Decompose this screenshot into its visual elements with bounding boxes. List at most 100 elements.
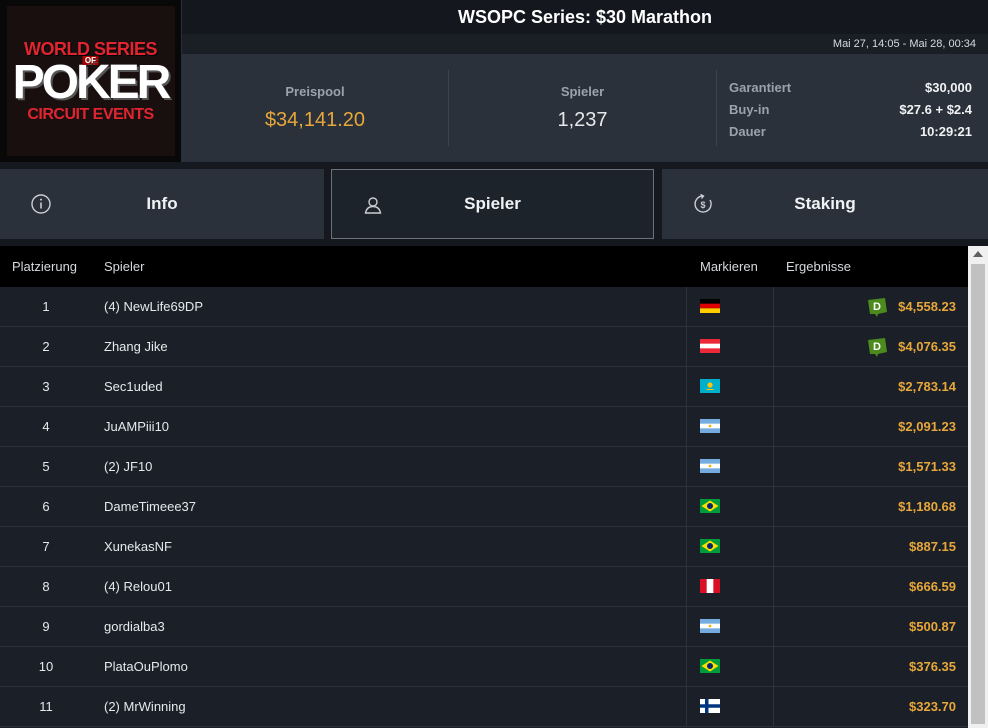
row-rank: 7 [42,539,50,554]
flag-brazil-icon [700,659,720,673]
prizepool-value: $34,141.20 [264,109,366,131]
row-player-name[interactable]: (2) MrWinning [104,687,186,727]
row-result: $1,571.33 [898,459,956,474]
scroll-up-arrow[interactable] [968,246,988,262]
row-result: $887.15 [909,539,956,554]
table-row[interactable]: 8 (4) Relou01 $666.59 [0,567,968,607]
row-flag-cell [686,447,774,487]
row-result: $500.87 [909,619,956,634]
guaranteed-value: $30,000 [925,80,972,95]
row-player-name[interactable]: Zhang Jike [104,327,168,367]
date-range: Mai 27, 14:05 - Mai 28, 00:34 [182,34,988,54]
tournament-details: Garantiert $30,000 Buy-in $27.6 + $2.4 Dau… [716,70,988,146]
row-result: $2,091.23 [898,419,956,434]
row-flag-cell [686,327,774,367]
info-icon [31,194,51,214]
row-flag-cell [686,647,774,687]
row-rank: 1 [42,299,50,314]
row-player-name[interactable]: gordialba3 [104,607,165,647]
row-rank: 4 [42,419,50,434]
header-result[interactable]: Ergebnisse [786,259,851,274]
players-table: Platzierung Spieler Markieren Ergebnisse… [0,246,968,728]
row-result: $4,558.23 [898,299,956,314]
row-player-name[interactable]: DameTimeee37 [104,487,196,527]
row-result: $4,076.35 [898,339,956,354]
table-body: 1 (4) NewLife69DP D $4,558.23 2 Zhang Jike D $4… [0,287,968,727]
flag-argentina-icon [700,619,720,633]
flag-kazakhstan-icon [700,379,720,393]
wsop-circuit-logo: WORLD SERIES OF POKER CIRCUIT EVENTS [0,0,182,162]
row-result: $323.70 [909,699,956,714]
duration-label: Dauer [729,124,766,139]
d-badge-icon: D [868,338,887,357]
flag-brazil-icon [700,539,720,553]
user-icon [364,197,382,214]
flag-argentina-icon [700,419,720,433]
tab-players[interactable]: Spieler [331,169,654,239]
stats-panel: Preispool $34,141.20 Spieler 1,237 Garan… [182,54,988,162]
table-row[interactable]: 5 (2) JF10 $1,571.33 [0,447,968,487]
table-row[interactable]: 2 Zhang Jike D $4,076.35 [0,327,968,367]
row-rank: 2 [42,339,50,354]
row-result: $1,180.68 [898,499,956,514]
flag-peru-icon [700,579,720,593]
table-row[interactable]: 1 (4) NewLife69DP D $4,558.23 [0,287,968,327]
row-player-name[interactable]: JuAMPiii10 [104,407,169,447]
row-player-name[interactable]: (4) Relou01 [104,567,172,607]
chevron-up-icon [973,251,983,257]
d-badge-icon: D [868,298,887,317]
table-row[interactable]: 4 JuAMPiii10 $2,091.23 [0,407,968,447]
table-row[interactable]: 10 PlataOuPlomo $376.35 [0,647,968,687]
players-label: Spieler [560,84,605,99]
tab-info-label: Info [146,194,178,213]
row-rank: 8 [42,579,50,594]
row-result: $376.35 [909,659,956,674]
row-player-name[interactable]: (2) JF10 [104,447,152,487]
guaranteed-label: Garantiert [729,80,792,95]
svg-text:$: $ [700,200,705,210]
row-player-name[interactable]: Sec1uded [104,367,163,407]
table-header: Platzierung Spieler Markieren Ergebnisse [0,246,968,287]
table-row[interactable]: 7 XunekasNF $887.15 [0,527,968,567]
tab-info[interactable]: Info [0,169,324,239]
scrollbar[interactable] [968,246,988,728]
tournament-lobby: WORLD SERIES OF POKER CIRCUIT EVENTS WSOP… [0,0,988,728]
dollar-cycle-icon: $ [694,193,712,213]
row-flag-cell [686,487,774,527]
row-player-name[interactable]: PlataOuPlomo [104,647,188,687]
flag-austria-icon [700,339,720,353]
buyin-value: $27.6 + $2.4 [899,102,972,117]
d-badge-letter: D [873,341,881,353]
row-flag-cell [686,527,774,567]
table-row[interactable]: 6 DameTimeee37 $1,180.68 [0,487,968,527]
players-value: 1,237 [557,109,608,131]
scrollbar-thumb[interactable] [971,264,985,724]
header-player[interactable]: Spieler [104,259,144,274]
duration-row: Dauer 10:29:21 [729,121,972,143]
tab-staking-label: Staking [794,194,856,213]
tournament-title: WSOPC Series: $30 Marathon [182,0,988,34]
row-flag-cell [686,567,774,607]
prizepool-stat: Preispool $34,141.20 [182,54,448,162]
guaranteed-row: Garantiert $30,000 [729,77,972,99]
tab-staking[interactable]: $ Staking [662,169,988,239]
row-rank: 5 [42,459,50,474]
table-row[interactable]: 3 Sec1uded $2,783.14 [0,367,968,407]
duration-value: 10:29:21 [919,124,972,139]
row-rank: 11 [39,699,53,714]
row-rank: 10 [38,659,54,674]
logo-of: OF [82,55,99,65]
flag-argentina-icon [700,459,720,473]
row-player-name[interactable]: XunekasNF [104,527,172,567]
row-player-name[interactable]: (4) NewLife69DP [104,287,203,327]
row-flag-cell [686,607,774,647]
row-flag-cell [686,287,774,327]
table-row[interactable]: 9 gordialba3 $500.87 [0,607,968,647]
d-badge-letter: D [873,301,881,313]
prizepool-label: Preispool [285,84,345,99]
header-flag[interactable]: Markieren [700,259,758,274]
header-rank[interactable]: Platzierung [12,259,77,274]
buyin-label: Buy-in [729,102,770,117]
table-row[interactable]: 11 (2) MrWinning $323.70 [0,687,968,727]
logo-line2: OF POKER [13,55,171,106]
